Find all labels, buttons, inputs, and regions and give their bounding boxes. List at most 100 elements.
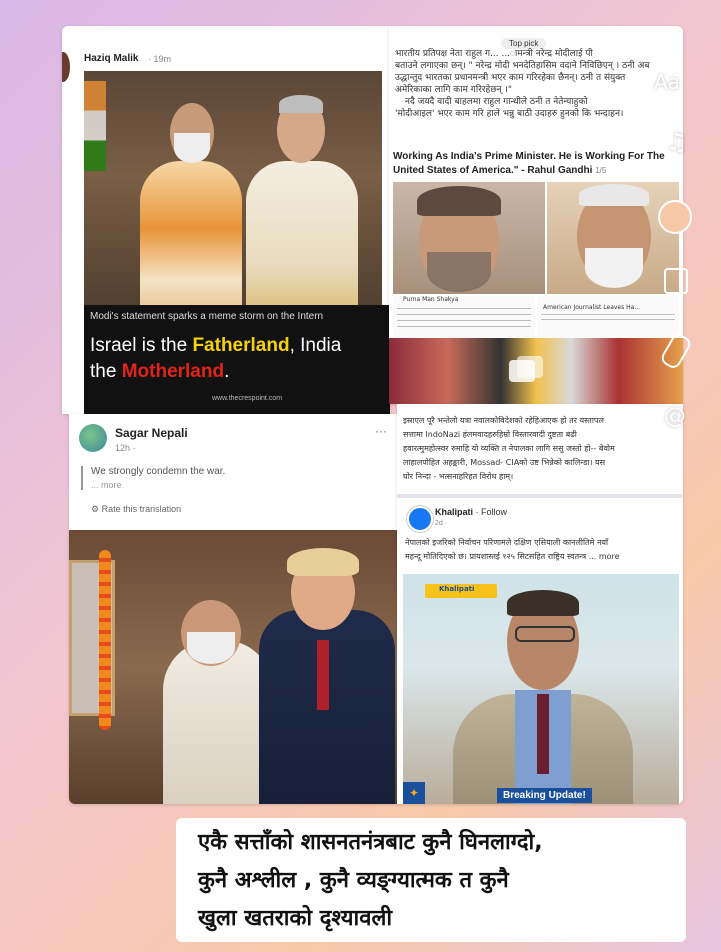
post-photo[interactable]: Khalipati ✦ Breaking Update! [403, 574, 679, 804]
text-line: घोर निन्दा - भत्सनाहरिहत विरोध हाम्। [403, 472, 514, 481]
see-more-link[interactable]: ... more [91, 480, 225, 490]
page-name-label[interactable]: Khalipati [435, 507, 473, 517]
headline-card: Modi's statement sparks a meme storm on … [84, 305, 390, 414]
rahul-hair [417, 186, 501, 216]
quote-line: United States of America." - Rahul Gandh… [393, 165, 593, 176]
caption-line: खुला खतराको दृश्यावली [198, 906, 393, 931]
text-line: सत्तामा IndoNazi हंलमवादहरुहिम्रो विस्ता… [403, 430, 577, 439]
site-url: www.thecrespoint.com [212, 395, 283, 402]
text-line: हवारत्मुमहोत्स्वर रुमाहि यो व्यक्ति त ने… [403, 444, 615, 453]
mini-author: Purna Man Shakya [403, 296, 459, 303]
ticker-text: Modi's statement sparks a meme storm on … [90, 311, 324, 322]
page-avatar[interactable] [407, 506, 433, 532]
trump-tie [317, 640, 329, 710]
headline-line2: the Motherland. [90, 361, 229, 383]
post-photo[interactable] [69, 530, 399, 804]
breaking-text: Breaking Update! [503, 790, 586, 801]
post-text: We strongly condemn the war. [91, 466, 226, 477]
caption-line: कुनै अश्लील , कुनै व्यङ्ग्यात्मक त कुनै [198, 868, 509, 893]
text-line: बताउने लगाएका छन्। " नरेन्द्र मोदी भनदेत… [395, 61, 650, 71]
rahul-beard [427, 252, 491, 292]
sticker-icon[interactable] [664, 268, 688, 294]
speaker-tie [537, 694, 549, 774]
post-time: · 19m [148, 54, 172, 64]
avatar[interactable] [79, 424, 107, 452]
desc-line: महन्दू मोतिदिएको छ। प्रायशास्तई १२५ सिटस… [405, 552, 620, 561]
post-rahul[interactable]: Top pick भारतीय प्रतिपक्ष नेता राहुल ग..… [389, 26, 683, 404]
headline-motherland: Motherland [121, 361, 225, 382]
quote-line-2: United States of America." - Rahul Gandh… [393, 164, 665, 178]
post-time: 12h · [115, 443, 136, 453]
khalipati-logo: Khalipati [425, 584, 497, 598]
text-line: लाहालपोहित अहङ्कारी, Mossad- CIAको उष्ट … [403, 458, 606, 467]
post-sagar[interactable]: Sagar Nepali 12h · ··· We strongly conde… [69, 414, 399, 804]
author-name[interactable]: Sagar Nepali [115, 426, 188, 440]
speaker-hair [507, 590, 579, 616]
post-text: इस्राएल पूरै भन्तेलो यत्रा नवालकोविदेशको… [403, 414, 681, 484]
glasses-icon [515, 626, 575, 642]
text-line: नदै जयदै वादी बाहलमा राहुल गान्धीले ठनी … [405, 97, 588, 107]
post-description: नेपालको इजरिको निर्वाचन परिणामले दक्षिण … [405, 536, 681, 564]
flag-decor [84, 81, 106, 171]
text-icon-label: Aa [654, 70, 680, 94]
post-photo[interactable] [84, 71, 382, 331]
music-icon-label: ♫ [666, 128, 688, 156]
color-icon[interactable] [658, 200, 692, 234]
play-icon[interactable] [517, 356, 543, 378]
modi-photo[interactable] [547, 182, 679, 294]
quote-line: Working As India's Prime Minister. He is… [393, 151, 665, 162]
breaking-banner: Breaking Update! [497, 788, 592, 803]
headline-the: the [90, 361, 122, 382]
story-caption[interactable]: एकै सत्ताँको शासनतनंत्रबाट कुनै घिनलाग्द… [176, 818, 686, 942]
headline-end: . [224, 361, 230, 382]
breaking-icon: ✦ [403, 782, 425, 804]
rate-translation-label: Rate this translation [101, 504, 182, 514]
mention-icon-label: @ [664, 404, 686, 429]
avatar[interactable] [62, 52, 70, 82]
page-name[interactable]: Khalipati · Follow [435, 507, 507, 517]
text-line: अमेरिकाका लागि काम गरिरहेछन् ।" [395, 85, 513, 95]
mini-post-right[interactable]: American Journalist Leaves Ha... [537, 296, 679, 338]
netanyahu-hair [279, 95, 323, 113]
rahul-photo[interactable] [393, 182, 545, 294]
modi-beard [187, 632, 235, 664]
text-line: उद्धान्तुद भारतका प्रधानमन्त्री भएर काम … [395, 73, 626, 83]
post-text: भारतीय प्रतिपक्ष नेता राहुल ग... ...ामन्… [395, 48, 680, 120]
caption-line: एकै सत्ताँको शासनतनंत्रबाट कुनै घिनलाग्द… [198, 830, 543, 855]
post-time: 2d · [435, 520, 448, 527]
headline-line1: Israel is the Fatherland, India [90, 335, 341, 357]
post-haziq[interactable]: Haziq Malik · 19m Modi's statement spark… [62, 26, 390, 414]
author-name[interactable]: Haziq Malik [84, 53, 138, 64]
page-indicator: 1/5 [595, 166, 607, 175]
garland [99, 550, 111, 730]
modi-beard [174, 133, 210, 163]
text-icon[interactable]: Aa [654, 70, 680, 94]
follow-button[interactable]: · Follow [476, 507, 508, 517]
mini-text-lines [397, 308, 531, 330]
post-khalipati[interactable]: इस्राएल पूरै भन्तेलो यत्रा नवालकोविदेशको… [397, 404, 683, 804]
headline-mid: , India [289, 335, 342, 356]
music-icon[interactable]: ♫ [666, 128, 688, 156]
text-line: भारतीय प्रतिपक्ष नेता राहुल ग... ...ामन्… [395, 49, 593, 59]
logo-text: Khalipati [439, 585, 475, 593]
mini-photo-strip[interactable] [389, 338, 683, 404]
quote-text: Working As India's Prime Minister. He is… [393, 150, 665, 178]
headline-pre: Israel is the [90, 335, 193, 356]
mini-author: American Journalist Leaves Ha... [543, 304, 641, 311]
modi-hair-2 [579, 184, 649, 206]
top-pick-label: Top pick [509, 39, 539, 48]
text-line: इस्राएल पूरै भन्तेलो यत्रा नवालकोविदेशको… [403, 416, 604, 425]
desc-line: नेपालको इजरिको निर्वाचन परिणामले दक्षिण … [405, 538, 609, 547]
rate-translation[interactable]: ⚙ Rate this translation [91, 504, 181, 515]
gear-icon: ⚙ [91, 504, 100, 514]
mini-post-left[interactable]: Purna Man Shakya [393, 296, 535, 338]
divider [397, 494, 683, 498]
modi-beard-2 [585, 248, 643, 288]
text-block: We strongly condemn the war. ... more [81, 466, 225, 490]
headline-fatherland: Fatherland [192, 335, 290, 356]
mention-icon[interactable]: @ [664, 404, 686, 429]
text-line: 'मोदीआइल' भएर काम गरि हाले भन्नु बाठी उद… [395, 109, 624, 119]
mini-text-lines [541, 314, 675, 324]
trump-hair [287, 548, 359, 576]
more-options-icon[interactable]: ··· [375, 424, 387, 438]
